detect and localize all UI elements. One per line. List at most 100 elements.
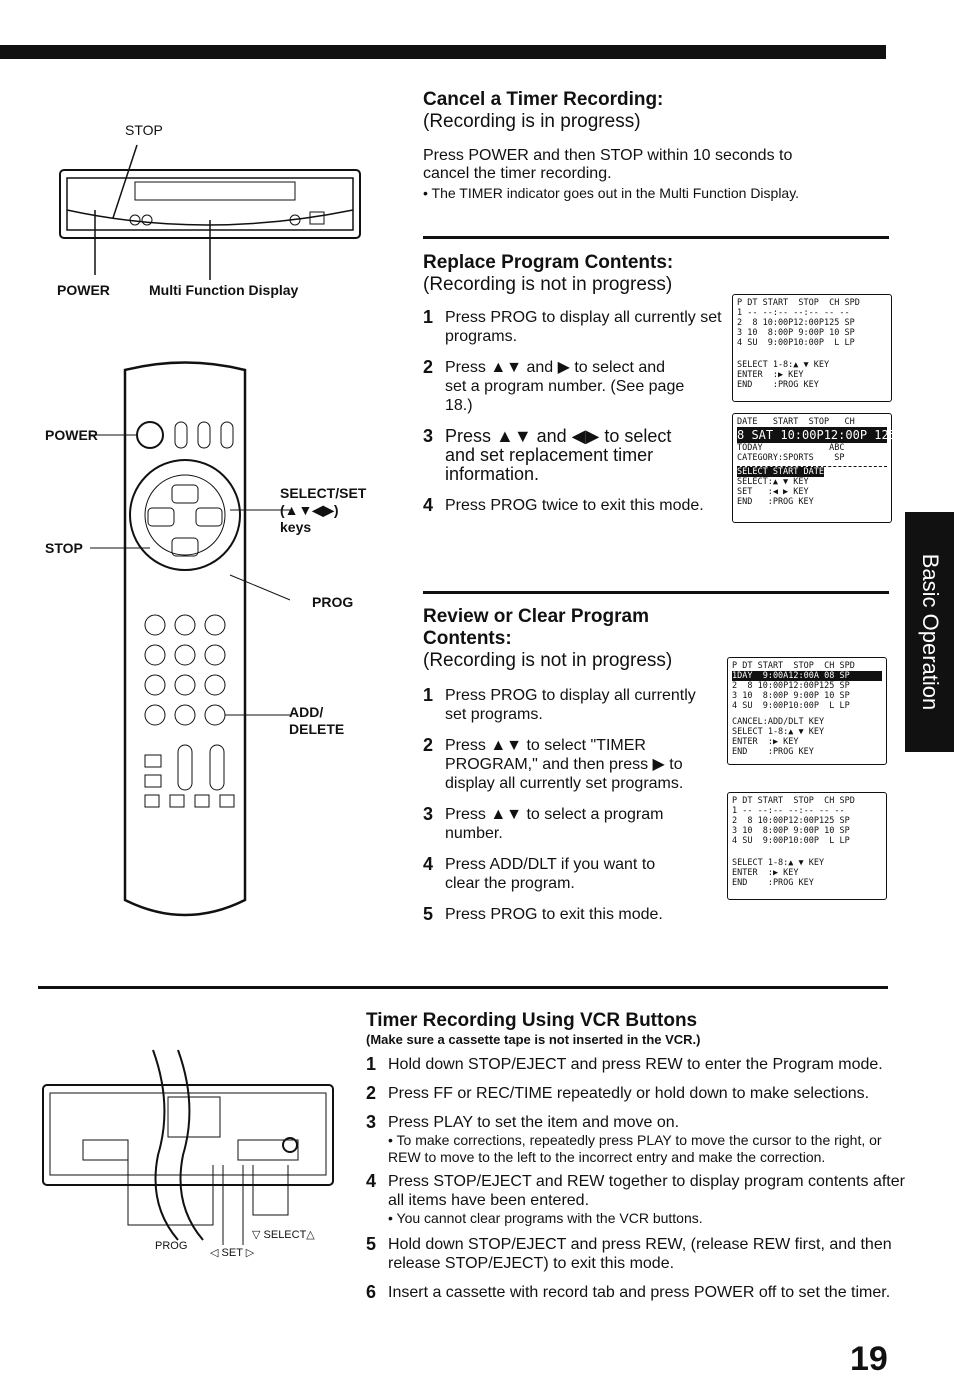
step-text: Press PROG to display all currently set … xyxy=(445,687,696,723)
step-number: 5 xyxy=(366,1234,377,1254)
side-tab-label: Basic Operation xyxy=(917,553,943,711)
page-number: 19 xyxy=(850,1340,888,1378)
step-text: Press PROG twice to exit this mode. xyxy=(445,497,704,514)
step-number: 2 xyxy=(423,357,434,377)
lcd-row: 2 8 10:00P12:00P125 SP xyxy=(732,816,850,826)
remote-label-power: POWER xyxy=(45,427,98,443)
lcd-row: 4 SU 9:00P10:00P L LP xyxy=(732,701,850,711)
cancel-body: Press POWER and then STOP within 10 seco… xyxy=(423,147,793,182)
lcd-program-list: P DT START STOP CH SPD 1 -- --:-- --:-- -… xyxy=(732,294,892,402)
lcd-enter: ENTER :▶ KEY xyxy=(732,868,799,878)
label-multi-function-display: Multi Function Display xyxy=(149,282,299,298)
divider xyxy=(38,986,888,989)
lcd-row-selected: 1DAY 9:00A12:00A 08 SP xyxy=(732,671,882,681)
lcd-category: CATEGORY:SPORTS SP xyxy=(737,453,845,463)
lcd-edit-program: DATE START STOP CH 8 SAT 10:00P12:00P 125… xyxy=(732,413,896,523)
lcd-prompt: SELECT START DATE xyxy=(737,467,824,477)
step-number: 3 xyxy=(423,426,434,446)
remote-control-illustration xyxy=(90,361,290,917)
lcd-header: P DT START STOP CH SPD xyxy=(737,298,860,308)
label-stop: STOP xyxy=(125,122,163,138)
label-select: ▽ SELECT△ xyxy=(252,1229,315,1241)
step-number: 4 xyxy=(366,1171,377,1191)
vcr-front-illustration xyxy=(59,144,361,280)
step-bullet: • You cannot clear programs with the VCR… xyxy=(388,1210,703,1226)
lcd-header: P DT START STOP CH SPD xyxy=(732,796,855,806)
label-prog: PROG xyxy=(155,1240,188,1252)
lcd-select: SELECT 1-8:▲ ▼ KEY xyxy=(732,858,825,868)
step-number: 3 xyxy=(423,804,434,824)
replace-step-4: 4 Press PROG twice to exit this mode. xyxy=(423,496,723,515)
replace-step-2: 2 Press ▲▼ and ▶ to select and set a prog… xyxy=(423,358,688,415)
lcd-end: END :PROG KEY xyxy=(732,878,814,888)
vcr-step-6: 6 Insert a cassette with record tab and p… xyxy=(366,1283,906,1302)
step-number: 2 xyxy=(366,1083,377,1103)
lcd-header: P DT START STOP CH SPD xyxy=(732,661,855,671)
cancel-bullet: • The TIMER indicator goes out in the Mu… xyxy=(423,185,800,201)
lcd-enter: ENTER :▶ KEY xyxy=(737,370,804,380)
lcd-edit-row: 8 SAT 10:00P12:00P 125 xyxy=(737,427,896,443)
step-text: Press ▲▼ and ◀▶ to select and set replac… xyxy=(445,426,672,484)
lcd-row: 3 10 8:00P 9:00P 10 SP xyxy=(737,328,855,338)
vcr-buttons-note: (Make sure a cassette tape is not insert… xyxy=(366,1032,701,1047)
delete-label: DELETE xyxy=(289,721,345,737)
divider xyxy=(423,236,889,239)
remote-label-add-delete: ADD/DELETE xyxy=(289,704,344,738)
replace-step-1: 1 Press PROG to display all currently set… xyxy=(423,308,723,346)
lcd-end: END :PROG KEY xyxy=(732,747,814,757)
replace-subtitle: (Recording is not in progress) xyxy=(423,274,673,295)
select-keys-label: (▲▼◀▶) xyxy=(280,502,339,518)
step-text: Press ADD/DLT if you want to clear the p… xyxy=(445,856,656,892)
step-text: Press ▲▼ and ▶ to select and set a progr… xyxy=(445,359,685,414)
remote-label-prog: PROG xyxy=(312,594,354,610)
replace-title: Replace Program Contents: xyxy=(423,252,674,273)
cancel-title: Cancel a Timer Recording: xyxy=(423,89,664,110)
vcr-step-2: 2 Press FF or REC/TIME repeatedly or hold… xyxy=(366,1084,906,1103)
replace-step-3: 3 Press ▲▼ and ◀▶ to select and set repla… xyxy=(423,427,703,484)
review-title: Review or Clear Program Contents: xyxy=(423,606,649,649)
lcd-set: SET :◀ ▶ KEY xyxy=(737,487,809,497)
remote-label-stop: STOP xyxy=(45,540,83,556)
remote-label-select: SELECT/SET (▲▼◀▶) keys xyxy=(280,485,366,536)
step-number: 1 xyxy=(423,307,434,327)
lcd-row: 3 10 8:00P 9:00P 10 SP xyxy=(732,691,850,701)
vcr-step-3: 3 Press PLAY to set the item and move on.… xyxy=(366,1113,906,1166)
lcd-row: 1 -- --:-- --:-- -- -- xyxy=(737,308,850,318)
step-number: 1 xyxy=(366,1054,377,1074)
cancel-subtitle: (Recording is in progress) xyxy=(423,111,641,132)
vcr-buttons-title: Timer Recording Using VCR Buttons xyxy=(366,1010,698,1031)
divider xyxy=(423,591,889,594)
step-number: 1 xyxy=(423,685,434,705)
step-number: 2 xyxy=(423,735,434,755)
lcd-end: END :PROG KEY xyxy=(737,380,819,390)
label-power: POWER xyxy=(57,282,110,298)
step-text: Hold down STOP/EJECT and press REW, (rel… xyxy=(388,1236,892,1272)
review-step-2: 2 Press ▲▼ to select "TIMER PROGRAM," and… xyxy=(423,736,708,793)
step-text: Hold down STOP/EJECT and press REW to en… xyxy=(388,1056,883,1073)
top-bar xyxy=(0,45,886,59)
replace-section: Replace Program Contents: (Recording is … xyxy=(423,252,723,515)
side-tab: Basic Operation xyxy=(905,512,954,752)
review-step-4: 4 Press ADD/DLT if you want to clear the … xyxy=(423,855,663,893)
review-subtitle: (Recording is not in progress) xyxy=(423,650,673,671)
lcd-header: DATE START STOP CH xyxy=(737,417,855,427)
lcd-select: SELECT 1-8:▲ ▼ KEY xyxy=(732,727,825,737)
keys-label: keys xyxy=(280,519,312,535)
step-number: 4 xyxy=(423,495,434,515)
lcd-program-list-selected: P DT START STOP CH SPD 1DAY 9:00A12:00A 0… xyxy=(727,657,887,765)
lcd-row: 2 8 10:00P12:00P125 SP xyxy=(737,318,855,328)
select-set-label: SELECT/SET xyxy=(280,485,367,501)
lcd-end: END :PROG KEY xyxy=(737,497,814,507)
vcr-buttons-section: Timer Recording Using VCR Buttons (Make … xyxy=(366,1010,906,1302)
step-bullet: • To make corrections, repeatedly press … xyxy=(388,1132,882,1165)
step-number: 6 xyxy=(366,1282,377,1302)
lcd-select: SELECT 1-8:▲ ▼ KEY xyxy=(737,360,830,370)
lcd-program-list-cleared: P DT START STOP CH SPD 1 -- --:-- --:-- -… xyxy=(727,792,887,900)
lcd-row: 4 SU 9:00P10:00P L LP xyxy=(732,836,850,846)
step-text: Press ▲▼ to select "TIMER PROGRAM," and … xyxy=(445,737,684,792)
step-number: 3 xyxy=(366,1112,377,1132)
vcr-step-4: 4 Press STOP/EJECT and REW together to di… xyxy=(366,1172,906,1227)
lcd-row: 3 10 8:00P 9:00P 10 SP xyxy=(732,826,850,836)
review-step-5: 5 Press PROG to exit this mode. xyxy=(423,905,723,924)
add-label: ADD/ xyxy=(289,704,324,720)
